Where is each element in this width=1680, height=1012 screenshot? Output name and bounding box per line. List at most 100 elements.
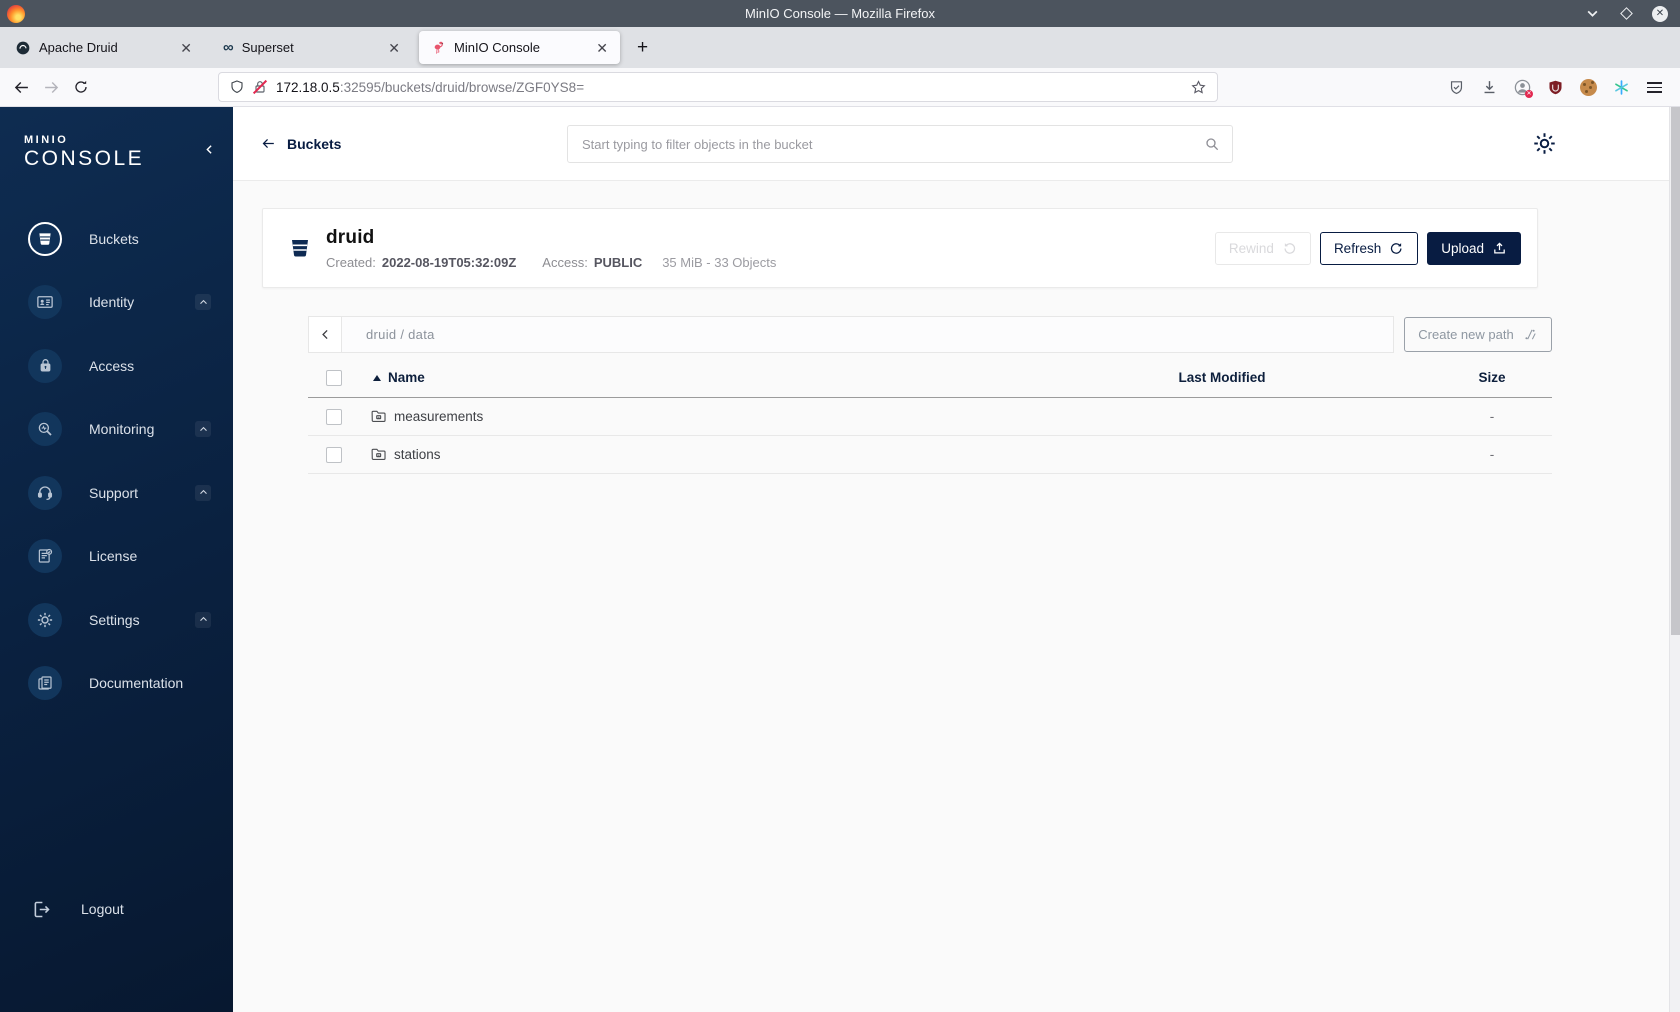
back-button[interactable]	[6, 73, 36, 101]
minio-console-logo: MINIO CONSOLE	[24, 134, 145, 170]
firefox-logo-icon	[7, 4, 25, 23]
chevron-up-icon[interactable]	[195, 484, 211, 501]
back-to-buckets-link[interactable]: Buckets	[260, 136, 341, 152]
minio-sidebar: MINIO CONSOLE Buckets Identity Access Mo…	[0, 107, 233, 1012]
upload-button[interactable]: Upload	[1427, 231, 1521, 265]
table-row[interactable]: measurements -	[308, 398, 1552, 436]
folder-icon	[371, 448, 386, 461]
container-asterisk-icon[interactable]	[1609, 76, 1633, 100]
filter-objects-search	[567, 125, 1233, 163]
select-all-checkbox[interactable]	[326, 369, 342, 386]
chevron-up-icon[interactable]	[195, 611, 211, 628]
refresh-button[interactable]: Refresh	[1319, 231, 1419, 265]
window-titlebar: MinIO Console — Mozilla Firefox ✕	[0, 0, 1680, 27]
table-row[interactable]: stations -	[308, 436, 1552, 474]
breadcrumb[interactable]: druid / data	[342, 316, 1394, 353]
documentation-icon	[38, 676, 52, 690]
sidebar-item-support[interactable]: Support	[0, 461, 233, 525]
created-label: Created:	[326, 254, 376, 270]
sort-ascending-icon	[373, 374, 381, 381]
main-content: Buckets Start typing to filter objects i…	[233, 107, 1680, 1012]
shield-permissions-icon[interactable]	[229, 79, 245, 95]
chevron-left-icon	[321, 329, 328, 340]
cookie-extension-icon[interactable]	[1576, 76, 1600, 100]
logout-icon	[34, 901, 50, 917]
folder-icon	[371, 410, 386, 423]
path-bar: druid / data Create new path	[308, 316, 1552, 353]
identity-card-icon	[37, 296, 53, 309]
druid-icon	[16, 41, 30, 54]
tab-close-icon[interactable]: ✕	[590, 39, 614, 57]
gear-icon	[37, 612, 53, 627]
account-sync-error-icon[interactable]: ✕	[1510, 76, 1534, 100]
back-arrow-icon	[262, 138, 274, 149]
ublock-origin-icon[interactable]	[1543, 76, 1567, 100]
create-new-path-button[interactable]: Create new path	[1404, 317, 1552, 352]
chevron-up-icon[interactable]	[195, 294, 211, 311]
lock-icon	[40, 359, 50, 372]
superset-icon: ∞	[223, 39, 234, 56]
sidebar-item-access[interactable]: Access	[0, 334, 233, 398]
pocket-shield-check-icon[interactable]	[1444, 76, 1468, 100]
bucket-size-objects: 35 MiB - 33 Objects	[662, 254, 777, 270]
column-header-last-modified: Last Modified	[1178, 370, 1266, 385]
chevron-up-icon[interactable]	[195, 421, 211, 438]
bucket-icon	[39, 233, 51, 245]
scrollbar-thumb[interactable]	[1671, 107, 1680, 635]
search-input[interactable]	[582, 136, 1204, 152]
search-icon	[1204, 136, 1220, 152]
tab-bar: Apache Druid ✕ ∞ Superset ✕ MinIO Consol…	[0, 27, 1680, 68]
path-back-button[interactable]	[308, 316, 342, 353]
tab-minio-console[interactable]: MinIO Console ✕	[419, 31, 620, 64]
reload-button[interactable]	[66, 73, 96, 101]
sidebar-item-settings[interactable]: Settings	[0, 588, 233, 652]
sidebar-item-buckets[interactable]: Buckets	[0, 207, 233, 271]
access-label: Access:	[542, 254, 588, 270]
bucket-name: druid	[326, 226, 375, 248]
object-size: -	[1489, 447, 1495, 462]
rewind-button[interactable]: Rewind	[1214, 231, 1311, 265]
firefox-window: MinIO Console — Mozilla Firefox ✕ Apache…	[0, 0, 1680, 1012]
bucket-icon	[288, 236, 312, 260]
tab-close-icon[interactable]: ✕	[174, 39, 198, 57]
create-path-icon	[1525, 329, 1536, 340]
tab-apache-druid[interactable]: Apache Druid ✕	[3, 31, 204, 64]
refresh-icon	[1391, 242, 1402, 254]
window-minimize-button[interactable]	[1584, 6, 1600, 22]
forward-button[interactable]	[36, 73, 66, 101]
menu-hamburger-icon[interactable]	[1642, 76, 1666, 100]
table-header-row: Name Last Modified Size	[308, 358, 1552, 398]
object-name[interactable]: stations	[394, 447, 441, 462]
column-header-name[interactable]: Name	[352, 370, 1012, 385]
license-icon	[38, 549, 53, 563]
sidebar-item-logout[interactable]: Logout	[28, 896, 124, 922]
downloads-icon[interactable]	[1477, 76, 1501, 100]
window-close-button[interactable]: ✕	[1652, 5, 1668, 22]
bookmark-star-icon[interactable]	[1190, 79, 1207, 96]
tab-superset[interactable]: ∞ Superset ✕	[211, 31, 412, 64]
url-text: 172.18.0.5:32595/buckets/druid/browse/ZG…	[276, 79, 585, 95]
access-value: PUBLIC	[593, 254, 643, 270]
object-name[interactable]: measurements	[394, 409, 483, 424]
sidebar-item-documentation[interactable]: Documentation	[0, 652, 233, 716]
window-maximize-button[interactable]	[1618, 6, 1634, 22]
support-icon	[37, 486, 53, 500]
page-header: Buckets	[233, 107, 1680, 181]
row-checkbox[interactable]	[326, 446, 342, 463]
column-header-size: Size	[1478, 370, 1506, 385]
sidebar-item-license[interactable]: License	[0, 525, 233, 589]
insecure-lock-icon[interactable]	[252, 79, 268, 95]
row-checkbox[interactable]	[326, 408, 342, 425]
tab-close-icon[interactable]: ✕	[382, 39, 406, 57]
navigation-toolbar: 172.18.0.5:32595/buckets/druid/browse/ZG…	[0, 68, 1680, 107]
rewind-icon	[1284, 242, 1296, 254]
objects-table: Name Last Modified Size measurements - s…	[308, 358, 1552, 474]
url-bar[interactable]: 172.18.0.5:32595/buckets/druid/browse/ZG…	[218, 72, 1218, 102]
sidebar-collapse-icon[interactable]	[203, 142, 216, 157]
window-title: MinIO Console — Mozilla Firefox	[745, 6, 935, 21]
sidebar-item-identity[interactable]: Identity	[0, 271, 233, 335]
sidebar-item-monitoring[interactable]: Monitoring	[0, 398, 233, 462]
console-settings-gear-icon[interactable]	[1532, 131, 1557, 156]
new-tab-button[interactable]: +	[627, 36, 658, 59]
object-size: -	[1489, 409, 1495, 424]
